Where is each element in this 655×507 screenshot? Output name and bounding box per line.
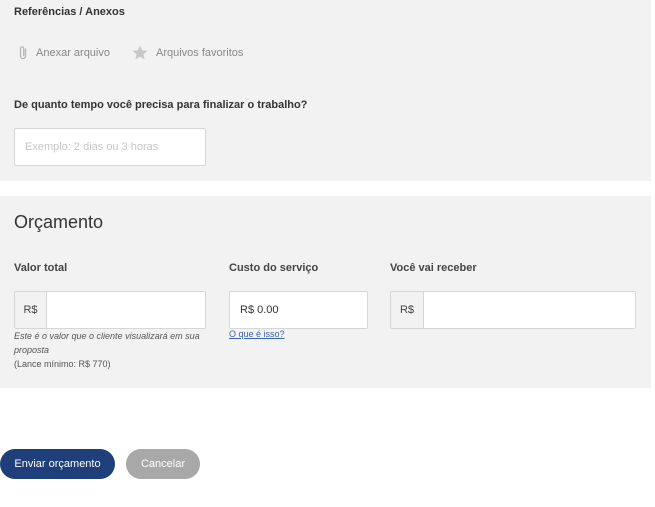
references-title: Referências / Anexos	[14, 6, 125, 18]
total-value-input[interactable]	[47, 292, 205, 328]
favorite-files-button[interactable]: Arquivos favoritos	[132, 45, 243, 60]
submit-budget-button[interactable]: Enviar orçamento	[0, 449, 115, 479]
minimum-bid-text: (Lance mínimo: R$ 770)	[14, 359, 111, 369]
deadline-question: De quanto tempo você precisa para finali…	[14, 99, 308, 111]
attach-file-button[interactable]: Anexar arquivo	[18, 45, 110, 60]
service-cost-label: Custo do serviço	[229, 262, 319, 274]
references-panel: Referências / Anexos Anexar arquivo Arqu…	[0, 0, 651, 181]
service-cost-input[interactable]	[229, 291, 368, 329]
deadline-input[interactable]	[14, 128, 206, 166]
you-receive-input[interactable]	[424, 292, 635, 328]
budget-panel: Orçamento Valor total R$ Este é o valor …	[0, 196, 651, 388]
attach-file-label: Anexar arquivo	[36, 46, 110, 59]
total-value-field: R$	[14, 291, 206, 329]
total-value-hint: Este é o valor que o cliente visualizará…	[14, 331, 200, 355]
budget-title: Orçamento	[14, 212, 104, 232]
receive-currency-prefix: R$	[391, 292, 424, 328]
star-icon	[132, 45, 148, 60]
you-receive-field: R$	[390, 291, 636, 329]
favorite-files-label: Arquivos favoritos	[156, 46, 244, 59]
total-currency-prefix: R$	[15, 292, 47, 328]
cancel-button[interactable]: Cancelar	[126, 449, 200, 479]
you-receive-label: Você vai receber	[390, 262, 477, 274]
paperclip-icon	[19, 46, 27, 60]
total-value-label: Valor total	[14, 262, 68, 274]
what-is-this-link[interactable]: O que é isso?	[229, 329, 285, 339]
